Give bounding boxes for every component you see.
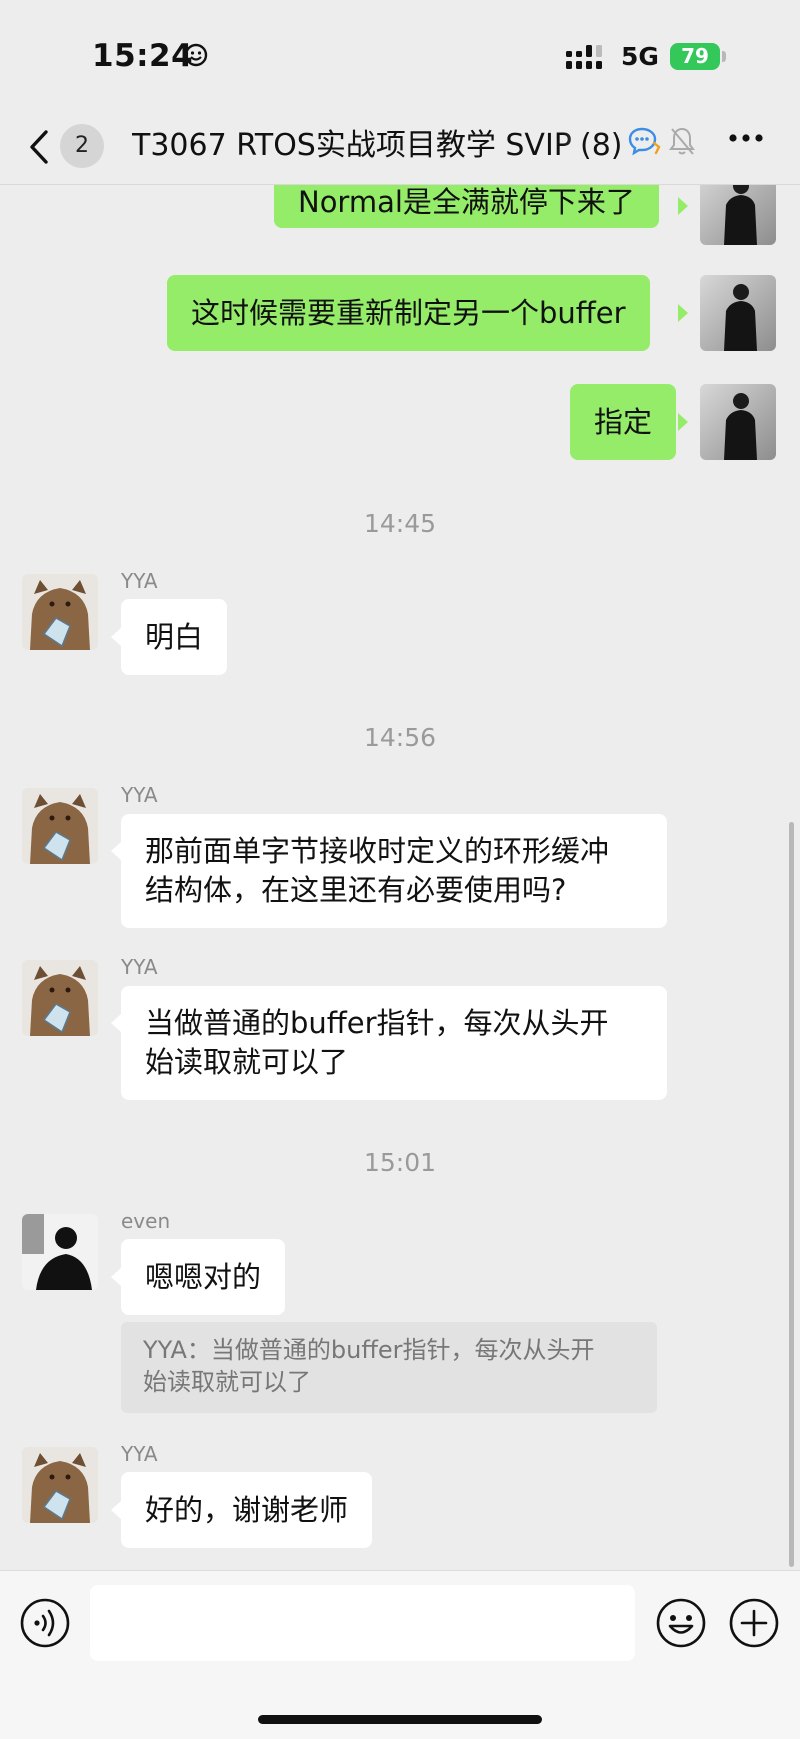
bubble-tail xyxy=(678,413,688,431)
message-text-line: 结构体，在这里还有必要使用吗? xyxy=(145,873,567,907)
message-bubble-outgoing[interactable]: Normal是全满就停下来了 xyxy=(274,185,659,228)
status-time: 15:24 xyxy=(92,38,194,74)
scrollbar[interactable] xyxy=(789,822,794,1567)
sender-name: YYA xyxy=(121,569,158,593)
plus-icon[interactable] xyxy=(728,1597,780,1649)
avatar-image xyxy=(700,185,776,245)
avatar-image xyxy=(22,1447,98,1523)
sender-name: YYA xyxy=(121,1442,158,1466)
message-text-line: 始读取就可以了 xyxy=(145,1045,349,1079)
sender-name: even xyxy=(121,1209,171,1233)
message-text: 嗯嗯对的 xyxy=(145,1260,262,1294)
message-bubble-outgoing[interactable]: 指定 xyxy=(570,384,677,460)
avatar-image xyxy=(22,574,98,650)
message-list[interactable]: Normal是全满就停下来了 这时候需要重新制定另一个buffer 指定 14:… xyxy=(0,185,800,1570)
message-bubble-incoming[interactable]: 当做普通的buffer指针，每次从头开 始读取就可以了 xyxy=(121,986,667,1100)
avatar-even[interactable] xyxy=(22,1214,98,1290)
quote-text-line: 始读取就可以了 xyxy=(143,1368,311,1396)
bubble-tail xyxy=(678,304,688,322)
more-icon[interactable] xyxy=(728,133,764,143)
bell-mute-icon xyxy=(669,127,695,155)
avatar-yya[interactable] xyxy=(22,574,98,650)
timestamp: 14:45 xyxy=(363,509,437,538)
message-text: 好的，谢谢老师 xyxy=(145,1493,349,1527)
smiley-status-icon xyxy=(184,43,208,67)
message-text: Normal是全满就停下来了 xyxy=(298,185,635,219)
avatar-image xyxy=(700,275,776,351)
sender-name: YYA xyxy=(121,955,158,979)
voice-icon[interactable] xyxy=(19,1597,71,1649)
sender-name: YYA xyxy=(121,783,158,807)
status-bar: 15:24 5G 79 xyxy=(0,0,800,110)
bubble-tail xyxy=(678,197,688,215)
message-bubble-outgoing[interactable]: 这时候需要重新制定另一个buffer xyxy=(167,275,650,351)
avatar-image xyxy=(22,788,98,864)
message-bubble-incoming[interactable]: 好的，谢谢老师 xyxy=(121,1472,373,1548)
quoted-message[interactable]: YYA：当做普通的buffer指针，每次从头开 始读取就可以了 xyxy=(121,1322,657,1413)
message-bubble-incoming[interactable]: 那前面单字节接收时定义的环形缓冲 结构体，在这里还有必要使用吗? xyxy=(121,814,667,928)
chat-bubble-icon xyxy=(628,127,661,156)
message-bubble-incoming[interactable]: 嗯嗯对的 xyxy=(121,1239,286,1315)
avatar-image xyxy=(22,960,98,1036)
message-text: 这时候需要重新制定另一个buffer xyxy=(191,296,626,330)
member-count[interactable]: (8) xyxy=(580,124,623,168)
avatar-self[interactable] xyxy=(700,185,776,245)
message-text-line: 当做普通的buffer指针，每次从头开 xyxy=(145,1006,609,1040)
bubble-tail xyxy=(111,1268,121,1286)
avatar-yya[interactable] xyxy=(22,788,98,864)
bubble-tail xyxy=(111,1501,121,1519)
input-bar xyxy=(0,1570,800,1739)
message-input[interactable] xyxy=(90,1585,635,1661)
avatar-yya[interactable] xyxy=(22,960,98,1036)
emoji-icon[interactable] xyxy=(655,1597,707,1649)
network-label: 5G xyxy=(621,42,659,71)
bubble-tail xyxy=(111,628,121,646)
timestamp: 15:01 xyxy=(363,1148,437,1177)
avatar-image xyxy=(700,384,776,460)
message-text-line: 那前面单字节接收时定义的环形缓冲 xyxy=(145,834,610,868)
avatar-self[interactable] xyxy=(700,384,776,460)
avatar-self[interactable] xyxy=(700,275,776,351)
unread-count-badge[interactable]: 2 xyxy=(60,124,104,168)
avatar-image xyxy=(22,1214,98,1290)
signal-icon xyxy=(566,45,602,69)
message-text: 明白 xyxy=(145,620,204,654)
battery-indicator: 79 xyxy=(670,43,720,70)
home-indicator[interactable] xyxy=(258,1715,542,1724)
message-text: 指定 xyxy=(594,405,653,439)
battery-tip xyxy=(722,51,726,62)
quote-text-line: YYA：当做普通的buffer指针，每次从头开 xyxy=(143,1336,595,1364)
avatar-yya[interactable] xyxy=(22,1447,98,1523)
message-bubble-incoming[interactable]: 明白 xyxy=(121,599,228,675)
timestamp: 14:56 xyxy=(363,723,437,752)
bubble-tail xyxy=(111,1014,121,1032)
bubble-tail xyxy=(111,842,121,860)
chat-title[interactable]: T3067 RTOS实战项目教学 SVIP xyxy=(132,124,622,168)
chevron-left-icon[interactable] xyxy=(26,128,54,166)
